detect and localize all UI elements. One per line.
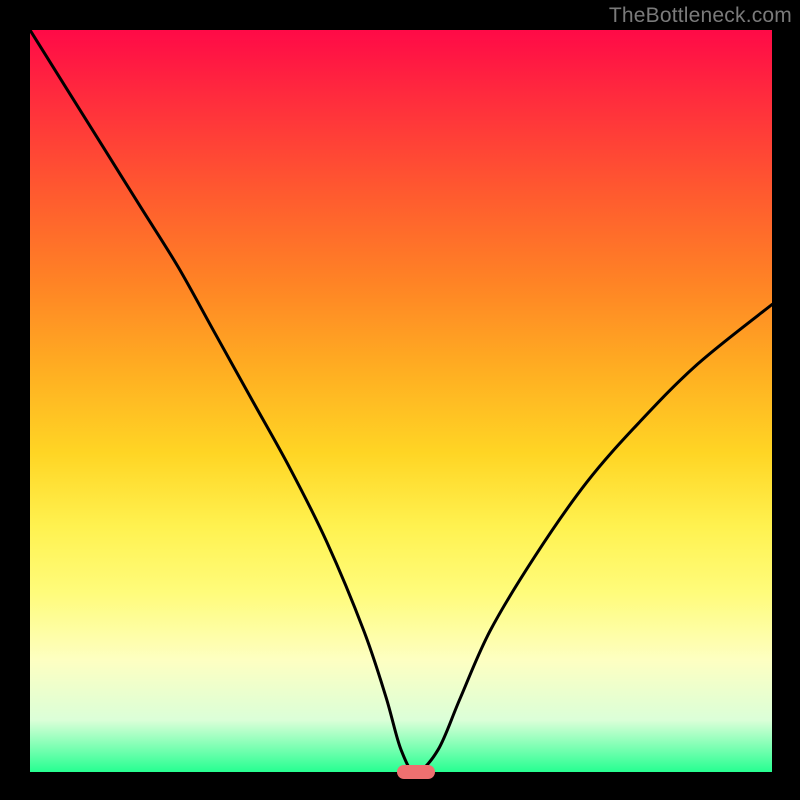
watermark-text: TheBottleneck.com: [609, 4, 792, 28]
curve-path: [30, 30, 772, 772]
plot-area: [30, 30, 772, 772]
minimum-marker: [397, 765, 435, 779]
bottleneck-curve: [30, 30, 772, 772]
chart-frame: TheBottleneck.com: [0, 0, 800, 800]
